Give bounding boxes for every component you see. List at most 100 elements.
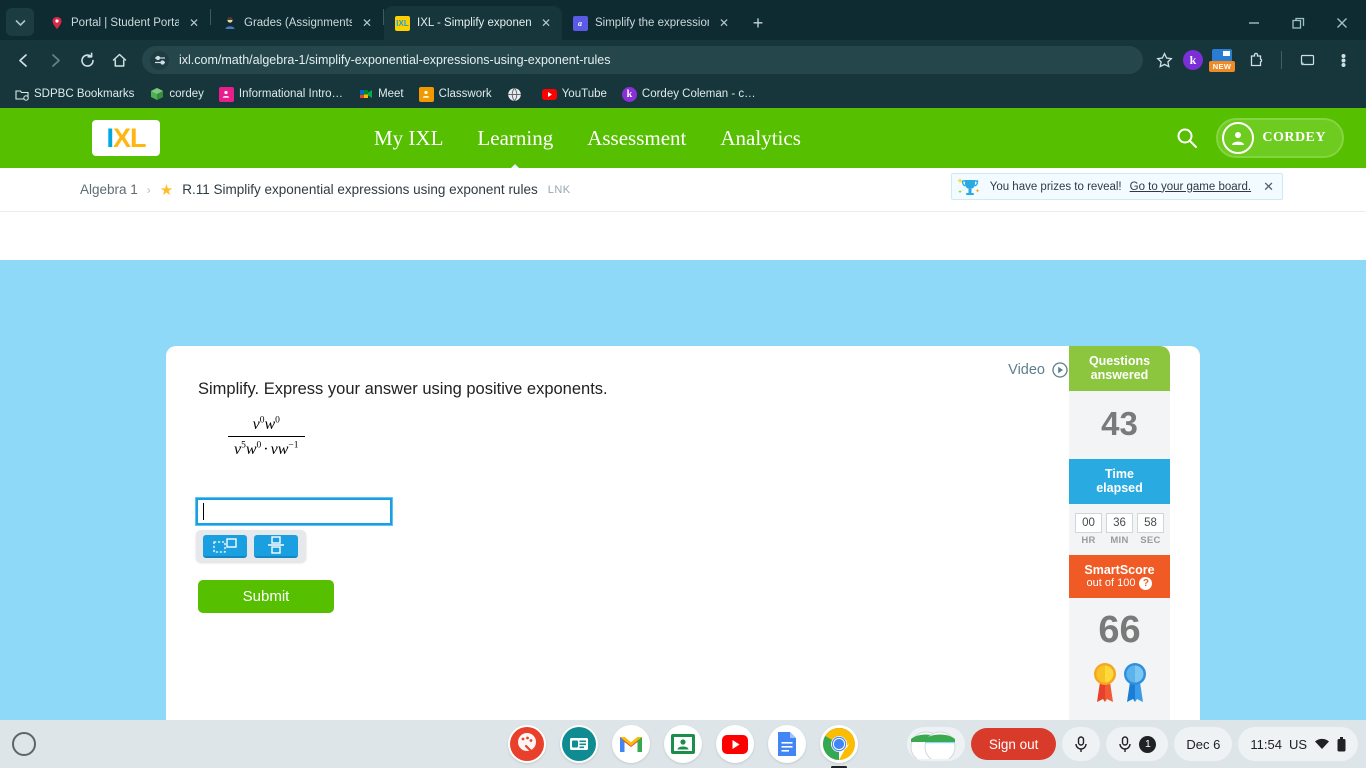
close-button[interactable] <box>1320 7 1364 39</box>
extensions-icon[interactable] <box>1241 45 1271 75</box>
video-label: Video <box>1008 362 1045 378</box>
gold-ribbon-icon[interactable] <box>1093 660 1117 709</box>
url-text: ixl.com/math/algebra-1/simplify-exponent… <box>179 53 611 67</box>
skill-code: LNK <box>547 183 571 196</box>
nearpod-app-icon[interactable] <box>560 725 598 763</box>
bookmark-globe[interactable] <box>501 84 533 105</box>
timer-seconds: 58 <box>1137 512 1164 533</box>
gmail-app-icon[interactable] <box>612 725 650 763</box>
clock-label: 11:54 <box>1250 736 1282 752</box>
new-badge-label: NEW <box>1209 61 1235 72</box>
browser-tab-1[interactable]: Portal | Student Portal ✕ <box>38 6 210 40</box>
new-tab-button[interactable]: + <box>744 9 772 37</box>
three-dot-menu-icon[interactable] <box>1328 45 1358 75</box>
breadcrumb-subject[interactable]: Algebra 1 <box>80 182 138 197</box>
docs-app-icon[interactable] <box>768 725 806 763</box>
question-prompt: Simplify. Express your answer using posi… <box>198 380 608 398</box>
window-controls <box>1232 6 1366 40</box>
nav-item-assessment[interactable]: Assessment <box>587 126 686 151</box>
bookmark-classwork[interactable]: Classwork <box>413 84 498 105</box>
date-display[interactable]: Dec 6 <box>1174 727 1233 761</box>
nav-item-learning[interactable]: Learning <box>477 126 553 151</box>
ixl-logo[interactable]: IXL <box>92 120 160 156</box>
favorite-star-icon[interactable]: ★ <box>160 181 173 199</box>
microphone-button[interactable] <box>1062 727 1101 761</box>
launcher-icon[interactable] <box>12 732 36 756</box>
logo-letter-x: X <box>113 122 131 153</box>
window-preview[interactable] <box>906 727 965 761</box>
close-icon[interactable]: ✕ <box>1263 179 1274 195</box>
tab-close-icon[interactable]: ✕ <box>186 15 202 31</box>
time-elapsed-label-line2: elapsed <box>1096 481 1143 496</box>
prize-banner-text: You have prizes to reveal! <box>989 180 1122 193</box>
user-menu-button[interactable]: CORDEY <box>1216 118 1344 158</box>
tab-close-icon[interactable]: ✕ <box>538 15 554 31</box>
cast-icon[interactable] <box>1292 45 1322 75</box>
term-v-num: v0 <box>252 416 265 434</box>
game-board-link[interactable]: Go to your game board. <box>1130 181 1251 193</box>
answer-input[interactable] <box>195 497 393 526</box>
reload-icon[interactable] <box>72 45 102 75</box>
bookmark-youtube[interactable]: YouTube <box>536 84 613 105</box>
page-body-background: Video Simplify. Express your answer usin… <box>0 260 1366 720</box>
term-w-num: w0 <box>264 416 280 434</box>
new-extension-icon[interactable]: NEW <box>1209 49 1235 72</box>
classroom-app-icon[interactable] <box>664 725 702 763</box>
bookmark-cordey-coleman[interactable]: k Cordey Coleman - c… <box>616 84 762 105</box>
tab-search-button[interactable] <box>6 8 34 36</box>
fraction-numerator: v0w0 <box>228 416 305 436</box>
home-icon[interactable] <box>104 45 134 75</box>
youtube-app-icon[interactable] <box>716 725 754 763</box>
user-avatar-icon <box>1222 122 1255 154</box>
minimize-button[interactable] <box>1232 7 1276 39</box>
ixl-page: IXL My IXL Learning Assessment Analytics <box>0 108 1366 720</box>
dictation-status-button[interactable]: 1 <box>1106 727 1169 761</box>
forward-icon[interactable] <box>40 45 70 75</box>
browser-tab-2[interactable]: Grades (Assignments) ✕ <box>211 6 383 40</box>
nav-item-analytics[interactable]: Analytics <box>720 126 800 151</box>
bookmark-sdpbc[interactable]: SDPBC Bookmarks <box>8 84 140 105</box>
tab-strip: Portal | Student Portal ✕ Grades (Assign… <box>0 0 1366 40</box>
canvas-app-icon[interactable] <box>508 725 546 763</box>
bookmark-informational-intro[interactable]: Informational Intro… <box>213 84 349 105</box>
tab-close-icon[interactable]: ✕ <box>359 15 375 31</box>
browser-tab-4[interactable]: a Simplify the expression m^0 * n ✕ <box>562 6 740 40</box>
maximize-button[interactable] <box>1276 7 1320 39</box>
timer-label-min: MIN <box>1110 534 1129 546</box>
smartscore-value: 66 <box>1098 608 1141 651</box>
bookmark-label: Meet <box>378 88 404 100</box>
fraction-button[interactable] <box>254 534 298 558</box>
back-icon[interactable] <box>8 45 38 75</box>
meet-icon <box>358 87 373 102</box>
sign-out-button[interactable]: Sign out <box>970 728 1057 760</box>
blue-ribbon-icon[interactable] <box>1123 660 1147 709</box>
nav-right-group: CORDEY <box>1174 118 1366 158</box>
tab-title: IXL - Simplify exponential expre <box>417 17 531 29</box>
nav-item-my-ixl[interactable]: My IXL <box>374 126 443 151</box>
bookmarks-bar: SDPBC Bookmarks cordey Informational Int… <box>0 80 1366 108</box>
address-bar[interactable]: ixl.com/math/algebra-1/simplify-exponent… <box>142 46 1143 74</box>
prize-banner: You have prizes to reveal! Go to your ga… <box>950 173 1283 200</box>
video-link[interactable]: Video <box>1008 362 1068 378</box>
bookmark-label: Informational Intro… <box>238 88 344 100</box>
bookmark-star-icon[interactable] <box>1151 47 1177 73</box>
questions-answered-value: 43 <box>1101 404 1138 442</box>
globe-icon <box>507 87 522 102</box>
help-icon[interactable]: ? <box>1139 576 1153 590</box>
timer-labels: HR MIN SEC <box>1069 533 1170 555</box>
exponent-button[interactable] <box>203 534 247 558</box>
search-icon[interactable] <box>1174 125 1200 151</box>
chrome-app-icon[interactable] <box>820 725 858 763</box>
ixl-navbar: IXL My IXL Learning Assessment Analytics <box>0 108 1366 168</box>
term-w-den: w0 <box>245 440 262 458</box>
bookmark-meet[interactable]: Meet <box>352 84 410 105</box>
submit-button[interactable]: Submit <box>198 580 334 613</box>
system-status-tray[interactable]: 11:54 US <box>1238 727 1358 761</box>
bookmark-label: cordey <box>169 88 204 100</box>
browser-tab-3[interactable]: IXL IXL - Simplify exponential expre ✕ <box>384 6 562 40</box>
bookmark-cordey[interactable]: cordey <box>143 84 210 105</box>
site-settings-icon[interactable] <box>150 50 169 70</box>
kami-extension-icon[interactable]: k <box>1183 50 1203 70</box>
play-circle-icon <box>1052 362 1068 378</box>
tab-close-icon[interactable]: ✕ <box>716 15 732 31</box>
